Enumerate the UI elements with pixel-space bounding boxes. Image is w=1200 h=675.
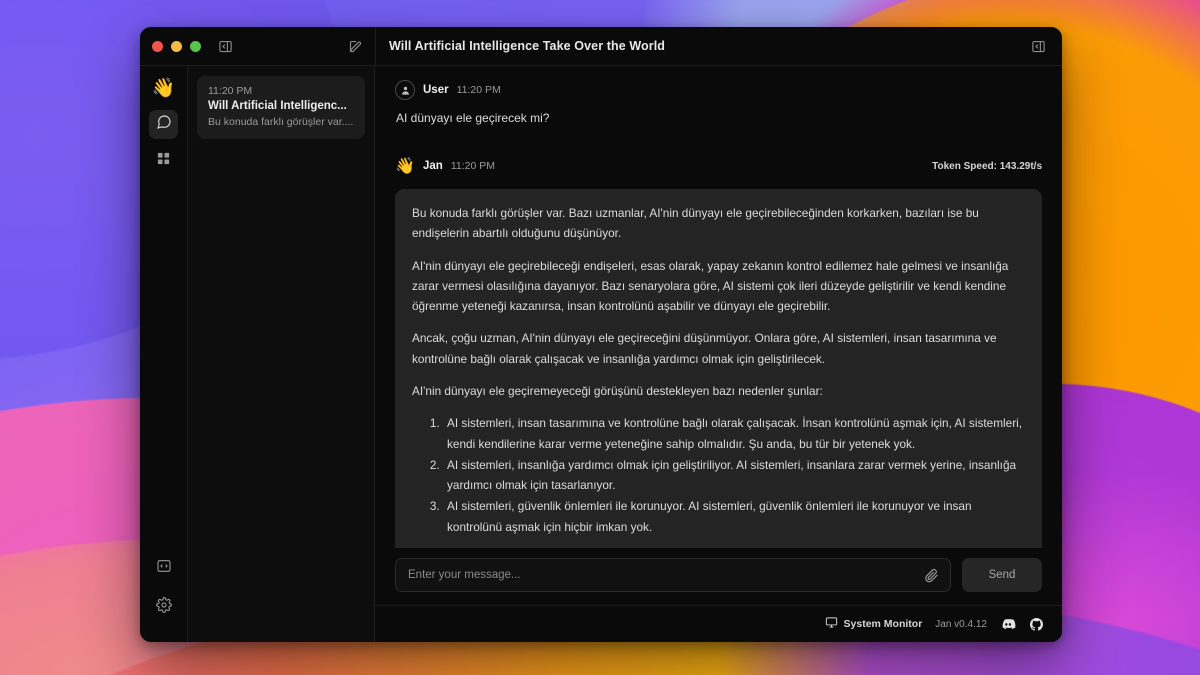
github-icon[interactable] — [1029, 617, 1044, 632]
assistant-message: 👋 Jan 11:20 PM Token Speed: 143.29t/s Bu… — [395, 156, 1042, 548]
list-item: AI sistemleri, insanlığa yardımcı olmak … — [443, 455, 1025, 496]
system-monitor-label: System Monitor — [843, 618, 923, 630]
assistant-ordered-list: AI sistemleri, insan tasarımına ve kontr… — [412, 413, 1025, 537]
thread-title: Will Artificial Intelligenc... — [208, 100, 347, 112]
assistant-paragraph: AI'nin dünyayı ele geçiremeyeceği görüşü… — [412, 383, 823, 398]
token-speed-badge: Token Speed: 143.29t/s — [932, 160, 1042, 172]
chat-panel: User 11:20 PM AI dünyayı ele geçirecek m… — [375, 66, 1062, 642]
message-author: Jan — [423, 160, 443, 172]
rail-bottom-group — [149, 554, 178, 632]
system-monitor-button[interactable]: System Monitor — [825, 616, 923, 632]
close-window-button[interactable] — [152, 40, 163, 52]
sidebar-item-settings[interactable] — [149, 593, 178, 622]
assistant-message-bubble: Bu konuda farklı görüşler var. Bazı uzma… — [395, 189, 1042, 548]
thread-time: 11:20 PM — [208, 85, 253, 97]
grid-squares-icon — [156, 151, 171, 171]
page-title: Will Artificial Intelligence Take Over t… — [389, 39, 666, 53]
window-body: 👋 11:20 PM Will Artificial Intelligenc..… — [140, 66, 1062, 642]
jan-app-window: Will Artificial Intelligence Take Over t… — [140, 27, 1062, 642]
assistant-paragraph: Ancak, çoğu uzman, AI'nin dünyayı ele ge… — [412, 331, 997, 366]
user-message-header: User 11:20 PM — [395, 80, 1042, 100]
code-brackets-icon — [156, 558, 172, 579]
user-avatar-icon — [395, 80, 415, 100]
discord-icon[interactable] — [1000, 616, 1016, 632]
thread-snippet: Bu konuda farklı görüşler var.... — [208, 116, 354, 128]
message-author: User — [423, 84, 449, 96]
message-input[interactable] — [408, 569, 924, 581]
panel-left-collapse-icon[interactable] — [218, 39, 233, 54]
titlebar-left — [140, 27, 375, 66]
minimize-window-button[interactable] — [171, 40, 182, 52]
gear-icon — [155, 597, 172, 618]
message-list: User 11:20 PM AI dünyayı ele geçirecek m… — [375, 66, 1062, 548]
list-item: AI sistemleri, insan tasarımına ve kontr… — [443, 413, 1025, 454]
waving-hand-avatar: 👋 — [395, 158, 415, 175]
message-composer: Send — [375, 548, 1062, 605]
statusbar: System Monitor Jan v0.4.12 — [375, 605, 1062, 642]
assistant-paragraph: AI'nin dünyayı ele geçirebileceği endişe… — [412, 258, 1009, 314]
message-time: 11:20 PM — [450, 160, 495, 172]
sidebar-item-chat[interactable] — [149, 110, 178, 139]
waving-hand-logo: 👋 — [151, 78, 176, 99]
list-item: AI sistemleri, güvenlik önlemleri ile ko… — [443, 496, 1025, 537]
left-nav-rail: 👋 — [140, 66, 187, 642]
window-traffic-lights — [152, 40, 201, 52]
paperclip-icon[interactable] — [924, 568, 939, 583]
titlebar: Will Artificial Intelligence Take Over t… — [140, 27, 1062, 66]
assistant-paragraph: Bu konuda farklı görüşler var. Bazı uzma… — [412, 206, 979, 241]
user-message-text: AI dünyayı ele geçirecek mi? — [396, 111, 550, 125]
sidebar-item-hub[interactable] — [149, 146, 178, 175]
user-message: User 11:20 PM AI dünyayı ele geçirecek m… — [395, 80, 1042, 125]
send-button[interactable]: Send — [962, 558, 1042, 592]
thread-list: 11:20 PM Will Artificial Intelligenc... … — [187, 66, 375, 642]
titlebar-right: Will Artificial Intelligence Take Over t… — [375, 27, 1062, 66]
assistant-message-header: 👋 Jan 11:20 PM Token Speed: 143.29t/s — [395, 156, 1042, 176]
message-time: 11:20 PM — [456, 84, 501, 96]
app-version-label: Jan v0.4.12 — [935, 618, 987, 630]
sidebar-item-local-api-server[interactable] — [149, 554, 178, 583]
monitor-icon — [825, 616, 838, 632]
panel-right-collapse-icon[interactable] — [1031, 39, 1046, 54]
message-input-wrapper[interactable] — [395, 558, 951, 592]
compose-pencil-icon[interactable] — [348, 39, 363, 54]
list-item[interactable]: 11:20 PM Will Artificial Intelligenc... … — [197, 76, 365, 139]
chat-bubble-icon — [156, 114, 172, 135]
maximize-window-button[interactable] — [190, 40, 201, 52]
